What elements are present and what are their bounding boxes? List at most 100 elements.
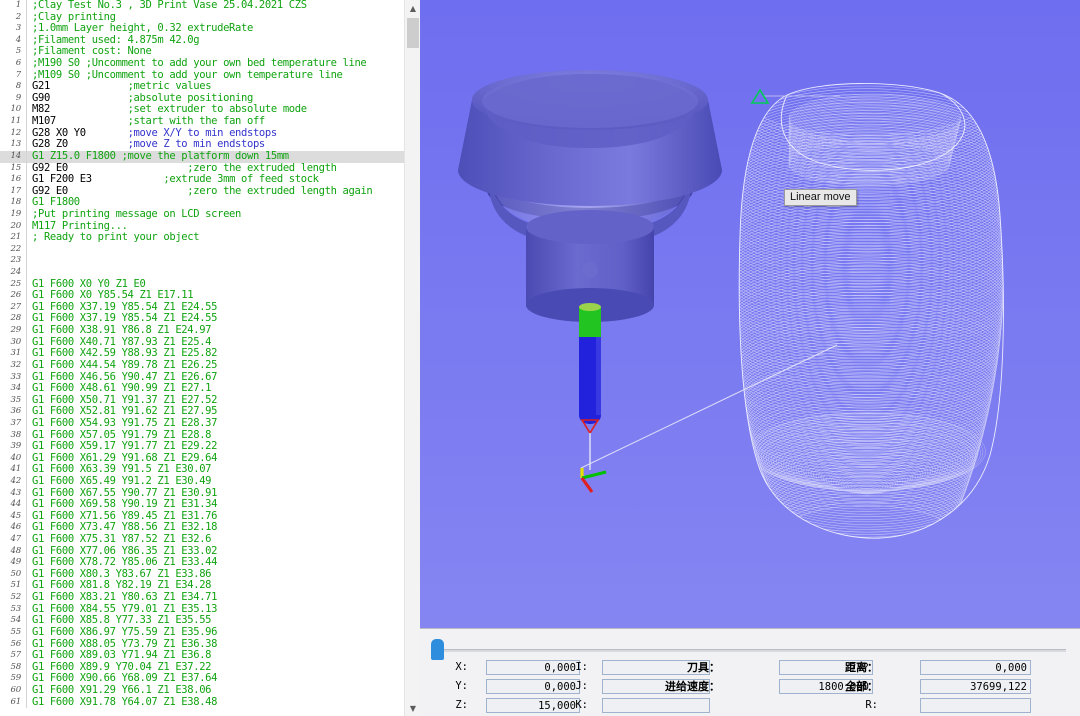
gcode-text-area[interactable]: 1;Clay Test No.3 , 3D Print Vase 25.04.2… (0, 0, 404, 716)
line-number: 12 (0, 128, 26, 140)
toolpath-layer-ring (734, 295, 1001, 375)
gcode-statement: G1 F600 X0 Y0 Z1 E0 (32, 278, 145, 290)
gcode-statement: G1 F600 X57.05 Y91.79 Z1 E28.8 (32, 429, 211, 441)
field-value-input[interactable]: 0,000 (486, 660, 580, 675)
toolpath-layer-ring (732, 174, 1002, 255)
gcode-command: G92 E0 (32, 162, 68, 174)
field-value-input[interactable]: 37699,122 (920, 679, 1031, 694)
gcode-statement: ;1.0mm Layer height, 0.32 extrudeRate (32, 22, 253, 34)
playback-slider[interactable] (420, 639, 1080, 661)
line-number: 56 (0, 639, 26, 651)
gcode-line[interactable]: 22 (0, 244, 404, 256)
gcode-opcode: G28 (32, 127, 56, 139)
gcode-statement: ;M109 S0 ;Uncomment to add your own temp… (32, 69, 343, 81)
gcode-line[interactable]: 23 (0, 255, 404, 267)
gcode-statement: G1 F600 X89.9 Y70.04 Z1 E37.22 (32, 661, 211, 673)
slider-track[interactable] (442, 649, 1066, 652)
field-label: J: (575, 679, 588, 694)
gcode-command: G1 F200 E3 (32, 173, 92, 185)
line-number: 54 (0, 615, 26, 627)
field-value-input[interactable] (920, 698, 1031, 713)
linear-move-tooltip: Linear move (784, 189, 857, 206)
gcode-statement: G1 F600 X59.17 Y91.77 Z1 E29.22 (32, 440, 217, 452)
toolpath-base-spiral (811, 456, 923, 493)
gcode-line-text: G92 E0 ;zero the extruded length again (29, 186, 372, 198)
line-number: 47 (0, 534, 26, 546)
gcode-spacer (68, 162, 187, 174)
toolpath-layer-ring (731, 188, 1003, 270)
line-number: 16 (0, 174, 26, 186)
coordinate-fields: X:0,000Y:0,000Z:15,000I:J:K:刀具：???进给速度：1… (420, 660, 1080, 716)
field-value-input[interactable]: 0,000 (920, 660, 1031, 675)
line-number: 13 (0, 139, 26, 151)
gcode-spacer (50, 103, 128, 115)
gcode-statement: G1 F600 X77.06 Y86.35 Z1 E33.02 (32, 545, 217, 557)
gcode-statement: G1 F600 X89.03 Y71.94 Z1 E36.8 (32, 649, 211, 661)
gcode-statement: G1 Z15.0 F1800 ;move the platform down 1… (32, 150, 289, 162)
gcode-statement: G1 F600 X50.71 Y91.37 Z1 E27.52 (32, 394, 217, 406)
line-number: 21 (0, 232, 26, 244)
field-label: Z: (455, 698, 468, 713)
field-value-input[interactable] (602, 698, 710, 713)
gcode-spacer (50, 92, 128, 104)
line-number: 36 (0, 406, 26, 418)
gcode-statement: G1 F600 X40.71 Y87.93 Z1 E25.4 (32, 336, 211, 348)
toolpath-layer-ring (731, 263, 1003, 345)
gcode-statement: G1 F600 X80.3 Y83.67 Z1 E33.86 (32, 568, 211, 580)
toolpath-layer-ring (732, 180, 1003, 261)
gcode-operands: Z0 (56, 138, 68, 150)
field-label: X: (455, 660, 468, 675)
viewer-pane: Linear move X:0,000Y:0,000Z:15,000I:J:K:… (420, 0, 1080, 716)
toolpath-layer-ring (731, 266, 1003, 347)
line-number: 48 (0, 546, 26, 558)
gcode-editor-pane[interactable]: 1;Clay Test No.3 , 3D Print Vase 25.04.2… (0, 0, 420, 716)
line-number: 44 (0, 499, 26, 511)
line-number: 27 (0, 302, 26, 314)
gcode-3d-viewport[interactable]: Linear move (420, 0, 1080, 628)
gcode-statement: G1 F600 X46.56 Y90.47 Z1 E26.67 (32, 371, 217, 383)
line-number: 3 (0, 23, 26, 35)
toolpath-layer-ring (731, 191, 1003, 273)
gutter-divider (26, 244, 29, 256)
scrollbar-thumb[interactable] (407, 18, 419, 48)
field-value-input[interactable]: 0,000 (486, 679, 580, 694)
editor-vertical-scrollbar[interactable]: ▲ ▼ (404, 0, 420, 716)
slider-thumb[interactable] (431, 639, 444, 660)
gcode-comment: ;move Z to min endstops (128, 138, 265, 150)
gcode-statement: G1 F600 X71.56 Y89.45 Z1 E31.76 (32, 510, 217, 522)
gcode-statement: G1 F600 X91.78 Y64.07 Z1 E38.48 (32, 696, 217, 708)
gcode-line[interactable]: 21; Ready to print your object (0, 232, 404, 244)
gutter-divider (26, 255, 29, 267)
line-number: 2 (0, 12, 26, 24)
toolpath-layer-ring (732, 272, 1003, 353)
gcode-spacer (86, 127, 128, 139)
line-number: 49 (0, 557, 26, 569)
gcode-spacer (56, 115, 128, 127)
line-number: 45 (0, 511, 26, 523)
line-number: 24 (0, 267, 26, 279)
line-number: 17 (0, 186, 26, 198)
gcode-command: G28 X0 Y0 (32, 127, 86, 139)
field-label: 刀具： (687, 660, 720, 675)
gcode-comment: ;zero the extruded length (187, 162, 336, 174)
field-value-input[interactable]: 15,000 (486, 698, 580, 713)
line-number: 40 (0, 453, 26, 465)
scroll-up-arrow-icon[interactable]: ▲ (405, 0, 420, 16)
gcode-line[interactable]: 61G1 F600 X91.78 Y64.07 Z1 E38.48 (0, 697, 404, 709)
extruder-nozzle-model (450, 70, 730, 470)
gcode-statement: ;Clay printing (32, 11, 116, 23)
toolpath-layer-ring (732, 177, 1002, 258)
line-number: 43 (0, 488, 26, 500)
line-number: 29 (0, 325, 26, 337)
gcode-command: G28 Z0 (32, 138, 68, 150)
toolpath-layer-ring (731, 183, 1002, 264)
gcode-command: G21 (32, 80, 50, 92)
scroll-down-arrow-icon[interactable]: ▼ (405, 700, 420, 716)
field-label: K: (575, 698, 588, 713)
field-label: 距离： (845, 660, 878, 675)
line-number: 28 (0, 313, 26, 325)
gcode-comment: ;absolute positioning (128, 92, 253, 104)
line-number: 37 (0, 418, 26, 430)
line-number: 15 (0, 163, 26, 175)
line-number: 33 (0, 372, 26, 384)
